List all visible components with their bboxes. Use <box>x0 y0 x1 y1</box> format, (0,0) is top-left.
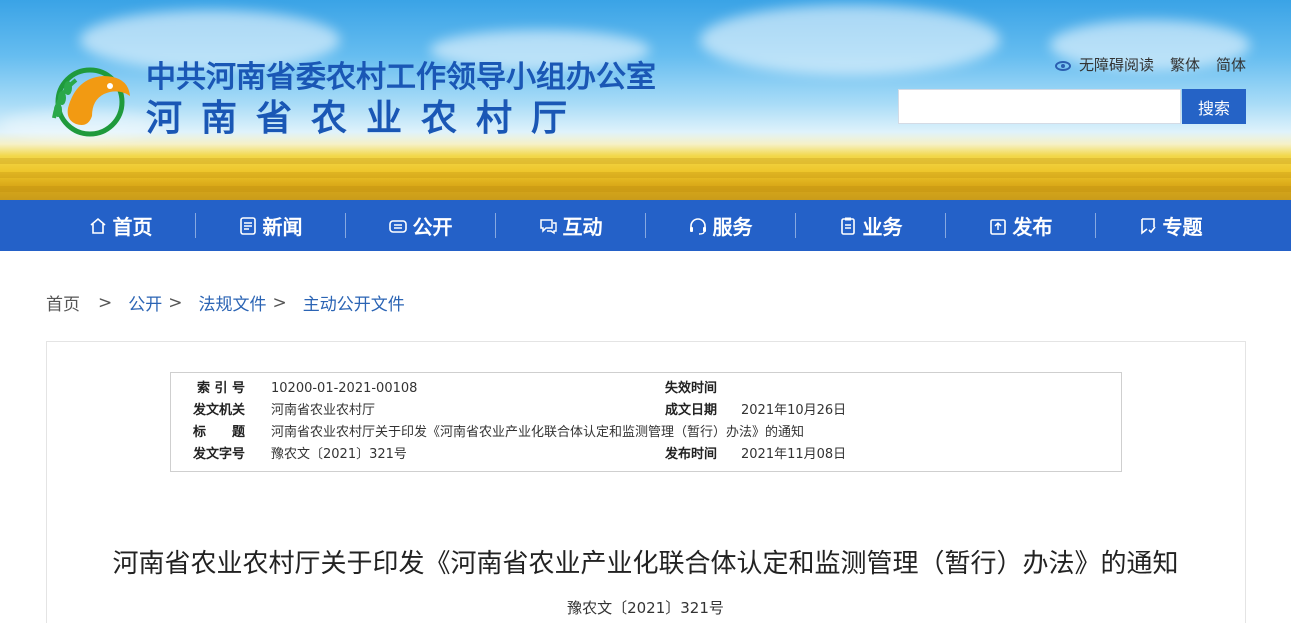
document-number-value: 豫农文〔2021〕321号 <box>271 447 407 462</box>
open-icon <box>388 216 408 236</box>
top-links: 无障碍阅读 繁体 简体 <box>1054 54 1246 75</box>
breadcrumb-separator: > <box>272 292 287 313</box>
metadata-row: 标 题 河南省农业农村厅关于印发《河南省农业产业化联合体认定和监测管理（暂行）办… <box>171 422 1121 444</box>
metadata-row: 发文字号 豫农文〔2021〕321号 发布时间 2021年11月08日 <box>171 444 1121 466</box>
published-date-label: 发布时间 <box>665 447 718 462</box>
eye-icon <box>1054 60 1071 71</box>
publish-icon <box>988 216 1008 236</box>
nav-item-service[interactable]: 服务 <box>645 200 795 251</box>
org-name-line2: 河南省农业农村厅 <box>146 97 587 139</box>
news-icon <box>238 216 258 236</box>
banner-field <box>0 186 1291 192</box>
title-value: 河南省农业农村厅关于印发《河南省农业产业化联合体认定和监测管理（暂行）办法》的通… <box>271 425 805 440</box>
main-nav: 首页 新闻 公开 互动 服务 业务 发布 专题 <box>0 200 1291 251</box>
nav-item-label: 公开 <box>412 215 453 239</box>
breadcrumb-separator: > <box>98 292 113 313</box>
document-number: 豫农文〔2021〕321号 <box>567 599 724 617</box>
nav-item-news[interactable]: 新闻 <box>195 200 345 251</box>
index-number-label: 索 引 号 <box>197 381 246 396</box>
published-date-value: 2021年11月08日 <box>741 447 847 462</box>
banner-cloud <box>700 5 1000 75</box>
chat-icon <box>538 216 558 236</box>
metadata-row: 发文机关 河南省农业农村厅 成文日期 2021年10月26日 <box>171 400 1121 422</box>
nav-item-open[interactable]: 公开 <box>345 200 495 251</box>
nav-item-label: 新闻 <box>262 215 303 239</box>
expire-date-label: 失效时间 <box>665 381 718 396</box>
logo-emblem-icon <box>52 67 130 137</box>
metadata-row: 索 引 号 10200-01-2021-00108 失效时间 <box>171 378 1121 400</box>
nav-item-label: 服务 <box>712 215 753 239</box>
org-name-line1: 中共河南省委农村工作领导小组办公室 <box>146 60 656 95</box>
simplified-chinese-link[interactable]: 简体 <box>1216 54 1246 75</box>
site-logo-text[interactable]: 中共河南省委农村工作领导小组办公室 河南省农业农村厅 <box>146 60 656 140</box>
nav-item-label: 业务 <box>862 215 903 239</box>
index-number-value: 10200-01-2021-00108 <box>271 381 418 396</box>
nav-item-label: 互动 <box>562 215 603 239</box>
nav-item-topics[interactable]: 专题 <box>1095 200 1245 251</box>
breadcrumb-item-open[interactable]: 公开 <box>128 290 162 315</box>
nav-item-publish[interactable]: 发布 <box>945 200 1095 251</box>
breadcrumb: 首页 > 公开 > 法规文件 > 主动公开文件 <box>46 290 405 316</box>
created-date-value: 2021年10月26日 <box>741 403 847 418</box>
headset-icon <box>688 216 708 236</box>
accessibility-link[interactable]: 无障碍阅读 <box>1054 54 1154 75</box>
issuer-label: 发文机关 <box>193 403 246 418</box>
accessibility-label: 无障碍阅读 <box>1078 56 1154 74</box>
clipboard-icon <box>838 216 858 236</box>
document-title: 河南省农业农村厅关于印发《河南省农业产业化联合体认定和监测管理（暂行）办法》的通… <box>112 549 1179 579</box>
nav-item-home[interactable]: 首页 <box>45 200 195 251</box>
breadcrumb-item-regulations[interactable]: 法规文件 <box>199 290 267 315</box>
document-metadata-table: 索 引 号 10200-01-2021-00108 失效时间 发文机关 河南省农… <box>170 372 1122 472</box>
issuer-value: 河南省农业农村厅 <box>271 403 376 418</box>
nav-item-label: 专题 <box>1162 215 1203 239</box>
breadcrumb-home[interactable]: 首页 <box>46 290 80 315</box>
breadcrumb-separator: > <box>168 292 183 313</box>
nav-item-business[interactable]: 业务 <box>795 200 945 251</box>
search-input[interactable] <box>898 89 1181 124</box>
home-icon <box>88 216 108 236</box>
created-date-label: 成文日期 <box>665 403 718 418</box>
nav-item-interact[interactable]: 互动 <box>495 200 645 251</box>
banner-field <box>0 172 1291 178</box>
header-banner: 中共河南省委农村工作领导小组办公室 河南省农业农村厅 无障碍阅读 繁体 简体 搜… <box>0 0 1291 200</box>
title-label: 标 题 <box>193 425 246 440</box>
search-button[interactable]: 搜索 <box>1182 89 1246 124</box>
nav-item-label: 首页 <box>112 215 153 239</box>
banner-field <box>0 158 1291 164</box>
bookmark-icon <box>1138 216 1158 236</box>
traditional-chinese-link[interactable]: 繁体 <box>1170 54 1200 75</box>
nav-item-label: 发布 <box>1012 215 1053 239</box>
breadcrumb-item-public-docs[interactable]: 主动公开文件 <box>303 290 405 315</box>
document-number-label: 发文字号 <box>193 447 246 462</box>
